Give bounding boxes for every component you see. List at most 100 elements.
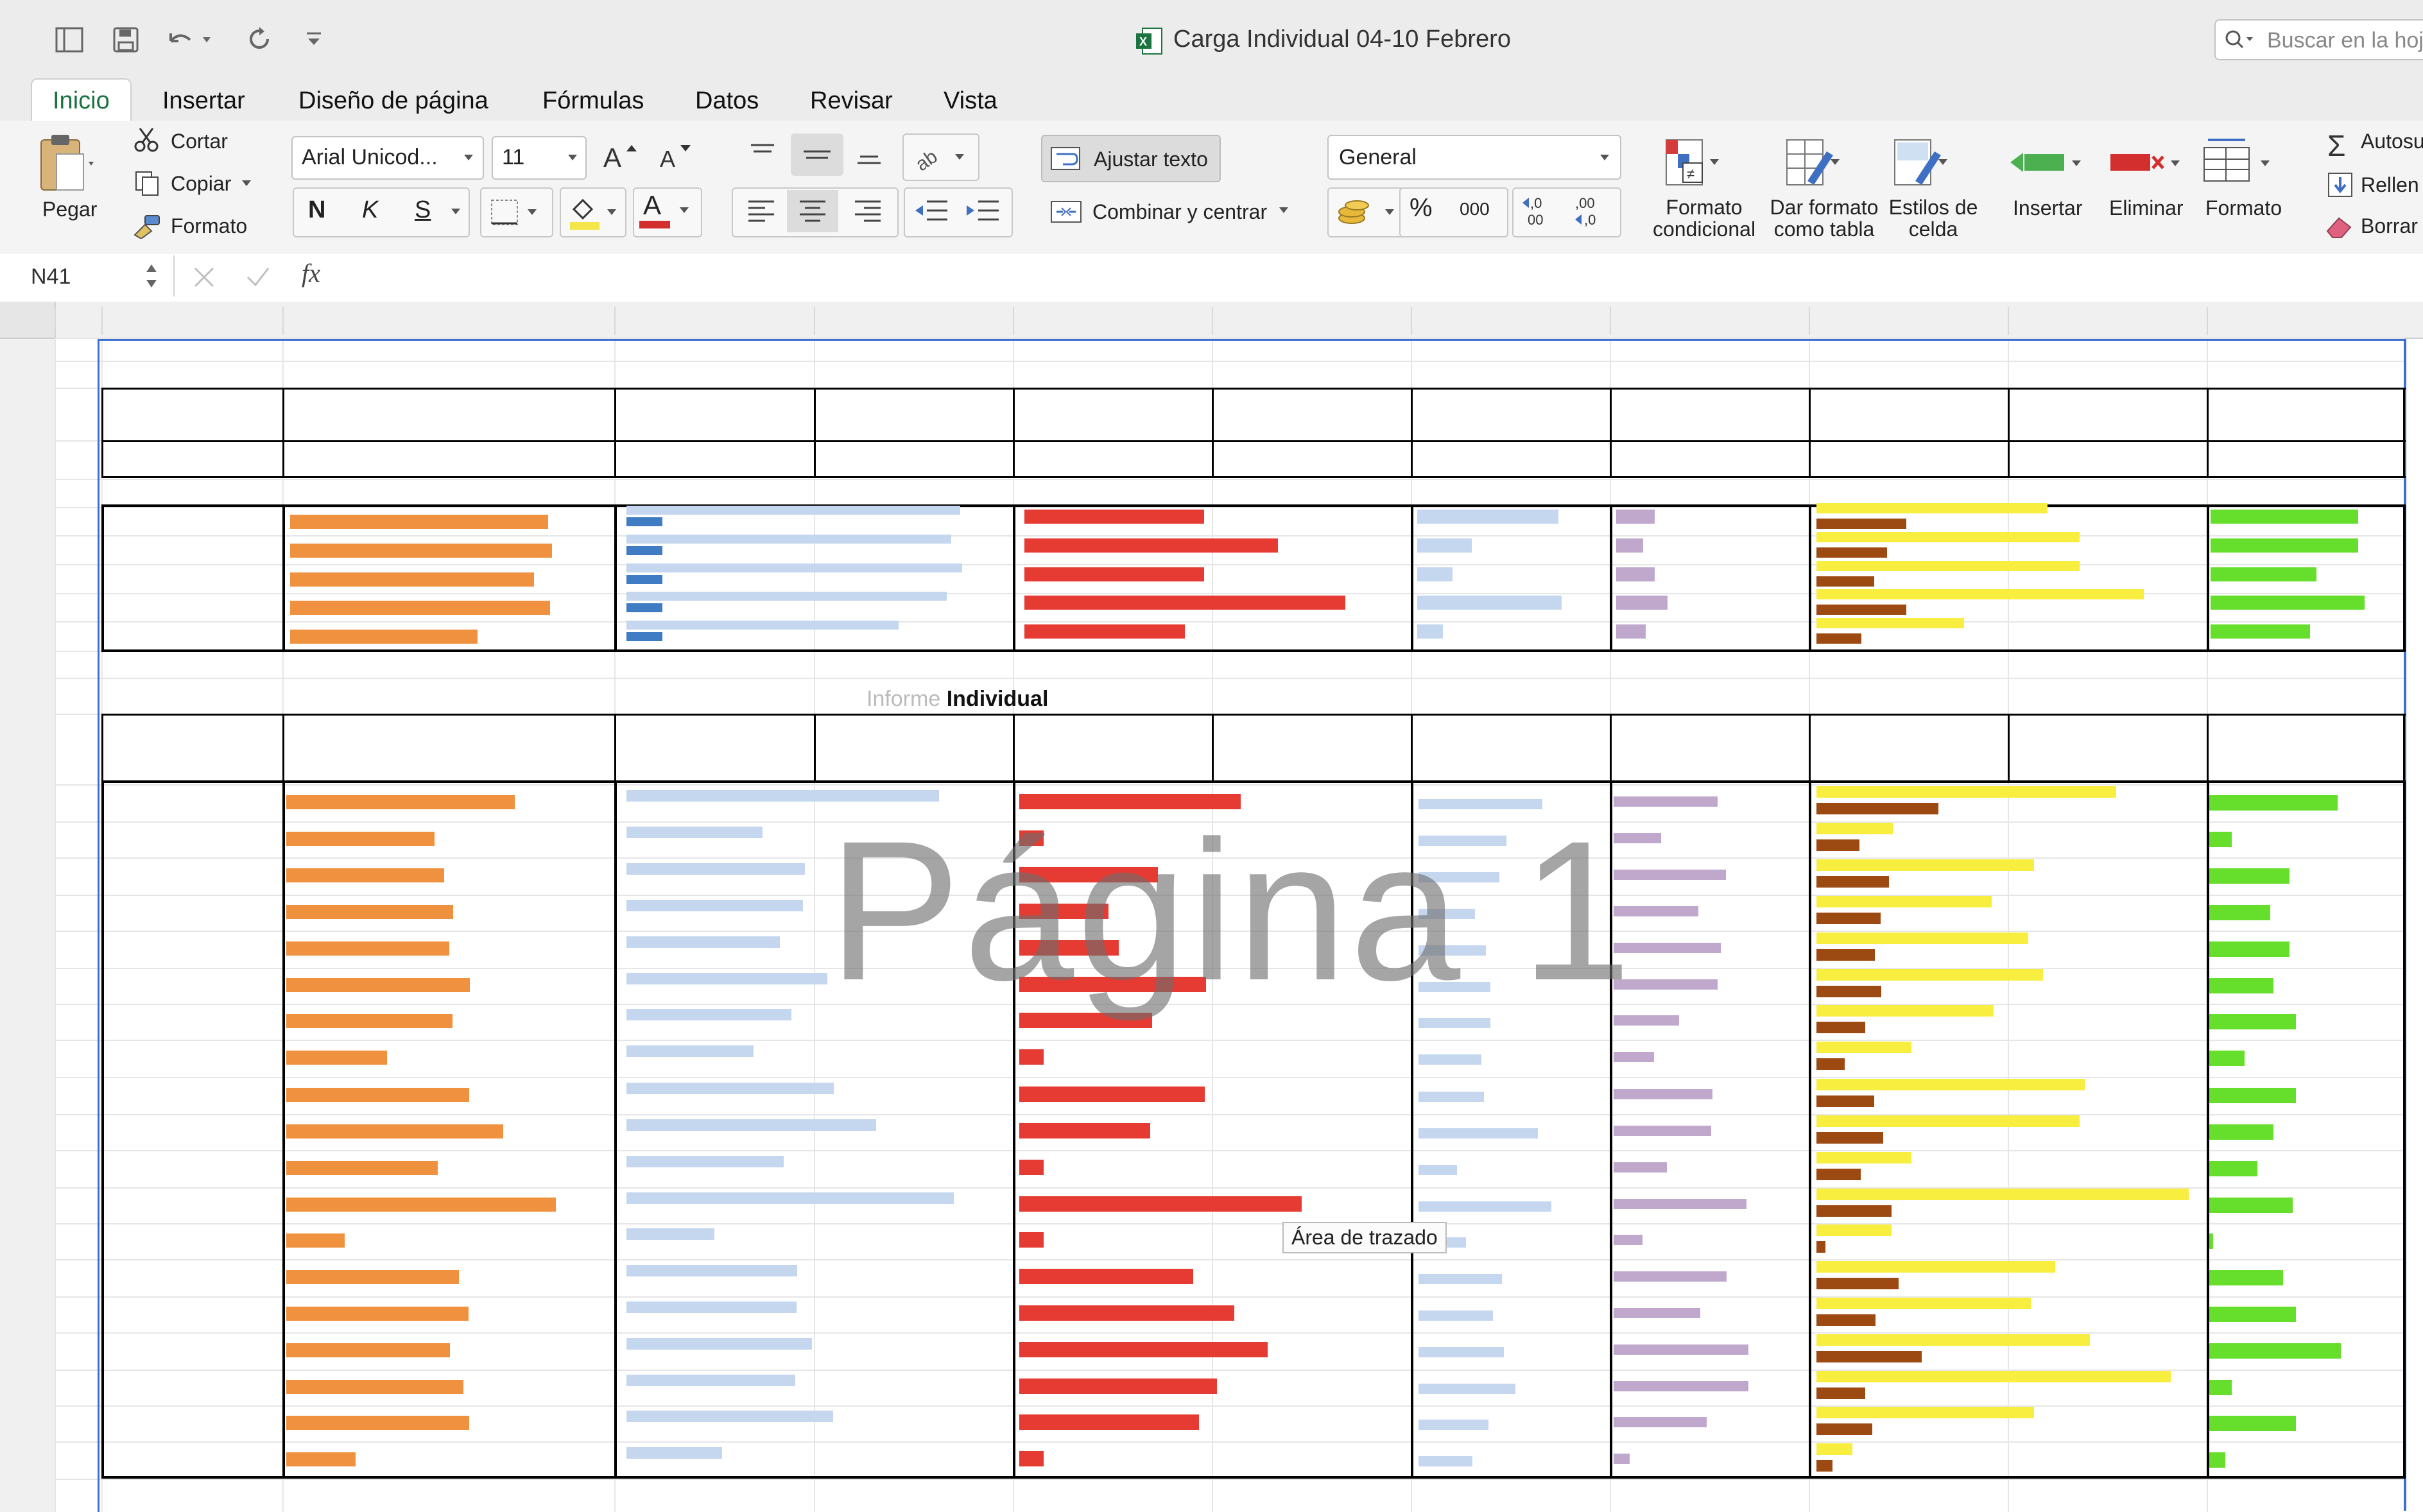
column-header-k[interactable] [2008,302,2207,338]
increase-indent-icon[interactable] [964,198,1000,225]
decrease-decimal-icon[interactable]: ,00,0 [1573,194,1614,228]
column-header-d[interactable] [614,302,814,338]
italic-button[interactable]: K [362,196,378,224]
undo-icon[interactable] [166,27,217,53]
font-size-select[interactable]: 11 [492,136,587,180]
clear-label[interactable]: Borrar [2361,214,2418,238]
copy-label[interactable]: Copiar [171,172,231,196]
borders-button[interactable] [480,187,553,237]
orientation-button[interactable]: ab [902,133,979,181]
number-format-select[interactable]: General [1327,135,1621,180]
tab-insertar[interactable]: Insertar [162,85,245,117]
align-middle-icon[interactable] [791,133,843,176]
player-dccn-bar [2209,1014,2296,1029]
bold-button[interactable]: N [308,196,325,224]
fill-color-button[interactable] [560,187,626,237]
column-header-h[interactable] [1411,302,1610,338]
select-all-corner[interactable] [0,302,56,339]
conditional-format-label[interactable]: Formato condicional [1651,196,1757,240]
column-header-c[interactable] [282,302,614,338]
accounting-format-button[interactable] [1327,187,1411,237]
column-header-e[interactable] [814,302,1013,338]
copy-icon[interactable] [135,171,160,196]
decrease-indent-icon[interactable] [913,198,949,225]
name-box-stepper-icon[interactable] [144,258,159,294]
format-table-icon[interactable] [1784,136,1842,191]
copy-dropdown-icon[interactable] [241,180,252,187]
format-cells-label[interactable]: Formato [2205,196,2282,220]
position-totpl-bar [626,592,947,601]
autosum-label[interactable]: Autosu [2361,130,2423,153]
cut-icon[interactable] [134,127,160,153]
cell-styles-icon[interactable] [1892,136,1950,191]
format-painter-label[interactable]: Formato [171,214,247,238]
cell-styles-label[interactable]: Estilos de celda [1879,196,1987,240]
paste-label[interactable]: Pegar [42,198,97,221]
font-family-select[interactable]: Arial Unicod... [291,136,484,180]
paste-icon[interactable] [37,131,95,195]
percent-button[interactable]: % [1410,194,1433,223]
player-totpl-bar [626,973,827,984]
format-table-label[interactable]: Dar formato como tabla [1766,196,1882,240]
tab-revisar[interactable]: Revisar [810,85,893,117]
fill-icon[interactable] [2327,172,2353,198]
insert-cells-icon[interactable] [2008,139,2085,184]
align-top-icon[interactable] [747,140,778,166]
players-bottom-border [101,1476,2406,1479]
delete-cells-label[interactable]: Eliminar [2109,196,2184,220]
delete-cells-icon[interactable] [2108,139,2185,184]
formula-input[interactable] [347,255,2423,296]
number-format-value: General [1339,145,1417,169]
autosum-icon[interactable]: Σ [2327,128,2345,163]
column-header-a[interactable] [55,302,101,338]
name-box[interactable]: N41 [31,264,71,289]
player-dist-bar [286,1014,453,1028]
increase-font-icon[interactable]: A [602,140,641,173]
merge-dropdown-icon[interactable] [1279,207,1289,214]
thousands-button[interactable]: 000 [1460,199,1490,219]
clear-icon[interactable] [2325,213,2354,239]
align-left-icon[interactable] [747,199,775,225]
redo-icon[interactable] [246,26,272,53]
decrease-font-icon[interactable]: A [657,140,696,173]
underline-dropdown-icon[interactable] [451,208,461,216]
column-header-j[interactable] [1809,302,2008,338]
merge-center-label[interactable]: Combinar y centrar [1092,200,1267,224]
merge-center-icon[interactable] [1050,199,1082,225]
insert-cells-label[interactable]: Insertar [2013,196,2082,220]
confirm-entry-icon[interactable] [245,266,271,289]
player-totpl-bar [626,936,780,948]
sidebar-toggle-icon[interactable] [55,27,83,53]
column-header-f[interactable] [1013,302,1212,338]
tab-diseno-pagina[interactable]: Diseño de página [298,85,488,117]
fill-label[interactable]: Rellen [2361,173,2419,197]
align-bottom-icon[interactable] [854,140,884,168]
underline-button[interactable]: S [415,196,431,224]
cancel-entry-icon[interactable] [193,266,216,289]
cut-label[interactable]: Cortar [171,130,228,153]
increase-decimal-icon[interactable]: ,0 00 [1521,194,1562,228]
position-dcc-brown-bar [1816,576,1874,587]
column-header-g[interactable] [1212,302,1411,338]
column-header-i[interactable] [1610,302,1809,338]
align-right-icon[interactable] [854,199,882,225]
search-box[interactable]: Buscar en la hoja [2214,19,2423,60]
conditional-format-icon[interactable]: ≠ [1664,136,1721,191]
align-center-icon[interactable] [787,190,838,232]
table-border-vertical [814,388,816,477]
customize-toolbar-icon[interactable] [304,30,323,49]
tab-inicio[interactable]: Inicio [31,78,132,122]
format-cells-icon[interactable] [2202,135,2279,186]
column-header-l[interactable] [2207,302,2403,338]
save-icon[interactable] [113,27,139,53]
player-acc-bar [1614,1308,1700,1318]
tab-datos[interactable]: Datos [695,85,759,117]
wrap-text-button[interactable]: Ajustar texto [1041,135,1221,182]
tab-vista[interactable]: Vista [944,85,997,117]
player-totpl-bar [626,863,805,875]
format-painter-icon[interactable] [132,213,162,239]
column-header-b[interactable] [101,302,282,338]
tab-formulas[interactable]: Fórmulas [542,85,644,117]
font-color-button[interactable]: A [633,187,702,237]
insert-function-icon[interactable]: fx [302,258,320,288]
